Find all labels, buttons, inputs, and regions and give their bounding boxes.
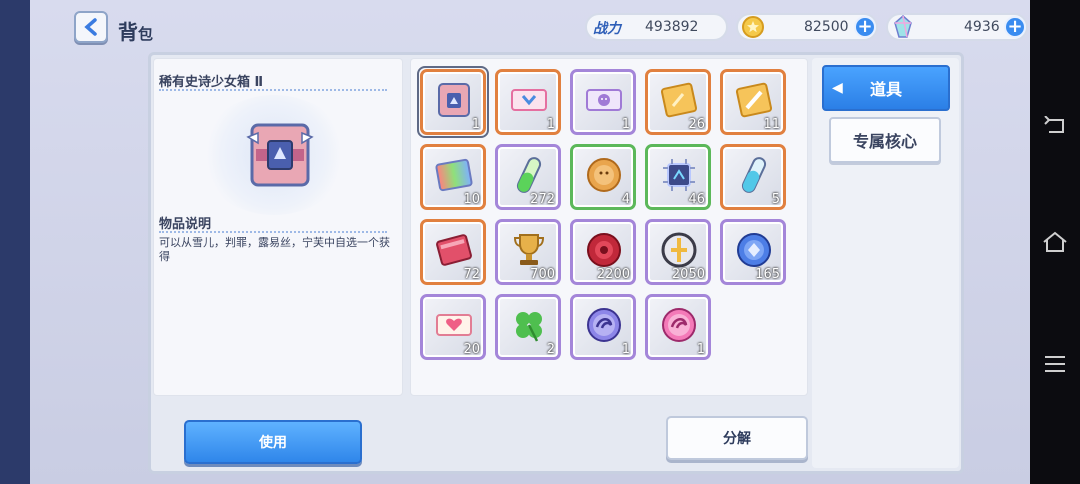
- chevron-left-icon: [84, 18, 97, 36]
- inventory-slot[interactable]: 2200: [570, 219, 636, 285]
- epic-girl-box-icon: [432, 78, 476, 122]
- dragon-coin-icon: [582, 303, 626, 347]
- item-count: 2200: [596, 267, 630, 282]
- item-count: 1: [621, 117, 630, 132]
- gold-coin-icon: [742, 16, 764, 38]
- gold-sword-card-icon: [732, 78, 776, 122]
- chevron-left-icon: ◀: [832, 80, 843, 96]
- item-count: 2050: [671, 267, 705, 282]
- blue-coin-icon: [732, 228, 776, 272]
- inventory-slot[interactable]: 5: [720, 144, 786, 210]
- pink-dragon-coin-icon: [657, 303, 701, 347]
- red-seal-icon: [582, 228, 626, 272]
- divider: [159, 231, 387, 233]
- tab-exclusive-core-label: 专属核心: [852, 132, 917, 151]
- inventory-slot[interactable]: 272: [495, 144, 561, 210]
- item-description: 可以从雪儿，判罪，露易丝，宁芙中自选一个获得: [159, 236, 390, 263]
- item-count: 1: [696, 342, 705, 357]
- gem-value: 4936: [964, 19, 1000, 35]
- item-count: 5: [771, 192, 780, 207]
- left-screen-edge: [0, 0, 30, 484]
- inventory-slot[interactable]: 10: [420, 144, 486, 210]
- rainbow-card-icon: [432, 153, 476, 197]
- item-count: 165: [755, 267, 780, 282]
- back-nav-icon[interactable]: [1030, 106, 1080, 146]
- clover-icon: [507, 303, 551, 347]
- inventory-slot[interactable]: 2: [495, 294, 561, 360]
- desc-heading: 物品说明: [159, 217, 212, 232]
- smile-ticket-icon: [582, 78, 626, 122]
- inventory-slot[interactable]: 46: [645, 144, 711, 210]
- blue-vial-icon: [732, 153, 776, 197]
- inventory-slot[interactable]: 1: [570, 69, 636, 135]
- inventory-slot[interactable]: 20: [420, 294, 486, 360]
- item-count: 26: [688, 117, 705, 132]
- page-title-main: 背: [118, 20, 138, 44]
- item-count: 46: [688, 192, 705, 207]
- silver-coin-icon: [657, 228, 701, 272]
- use-button[interactable]: 使用: [184, 420, 362, 464]
- inventory-slot[interactable]: 165: [720, 219, 786, 285]
- trophy-icon: [507, 228, 551, 272]
- green-vial-icon: [507, 153, 551, 197]
- item-count: 1: [621, 342, 630, 357]
- gold-value: 82500: [804, 19, 849, 35]
- inventory-slot[interactable]: 1: [417, 66, 489, 138]
- inventory-slot[interactable]: 700: [495, 219, 561, 285]
- gem-display: 4936 +: [886, 13, 1028, 41]
- tab-items[interactable]: ◀ 道具: [822, 65, 950, 111]
- gem-crystal-icon: [894, 15, 912, 38]
- inventory-slot[interactable]: 1: [570, 294, 636, 360]
- use-button-label: 使用: [259, 435, 287, 451]
- chip-icon: [657, 153, 701, 197]
- item-count: 72: [463, 267, 480, 282]
- item-count: 20: [463, 342, 480, 357]
- power-display: 战力 493892: [585, 13, 728, 41]
- add-gem-button[interactable]: +: [1004, 16, 1026, 38]
- epic-girl-box-icon: [246, 123, 314, 187]
- item-count: 10: [463, 192, 480, 207]
- item-count: 2: [546, 342, 555, 357]
- item-count: 700: [530, 267, 555, 282]
- inventory-slot[interactable]: 4: [570, 144, 636, 210]
- system-nav-bar: [1030, 0, 1080, 484]
- pink-ticket-icon: [507, 78, 551, 122]
- item-count: 1: [471, 117, 480, 132]
- item-count: 4: [621, 192, 630, 207]
- red-scroll-icon: [432, 228, 476, 272]
- item-count: 1: [546, 117, 555, 132]
- inventory-slot[interactable]: 2050: [645, 219, 711, 285]
- item-detail-panel: 稀有史诗少女箱 Ⅱ 物品说明 可以从雪儿，判罪，露易丝，宁芙中自选一个获得: [153, 58, 403, 396]
- back-button[interactable]: [74, 11, 108, 43]
- item-count: 272: [530, 192, 555, 207]
- inventory-slot[interactable]: 11: [720, 69, 786, 135]
- gold-display: 82500 +: [736, 13, 878, 41]
- inventory-slot[interactable]: 26: [645, 69, 711, 135]
- decompose-button-label: 分解: [723, 431, 751, 447]
- tab-items-label: 道具: [869, 80, 902, 99]
- cookie-coin-icon: [582, 153, 626, 197]
- page-title: 背包: [118, 16, 153, 45]
- item-count: 11: [763, 117, 780, 132]
- add-gold-button[interactable]: +: [854, 16, 876, 38]
- menu-nav-icon[interactable]: [1030, 344, 1080, 384]
- heart-ticket-icon: [432, 303, 476, 347]
- decompose-button[interactable]: 分解: [666, 416, 808, 460]
- item-name: 稀有史诗少女箱 Ⅱ: [159, 75, 264, 90]
- inventory-slot[interactable]: 1: [645, 294, 711, 360]
- divider: [159, 89, 387, 91]
- inventory-slot[interactable]: 72: [420, 219, 486, 285]
- tab-exclusive-core[interactable]: 专属核心: [829, 117, 941, 163]
- power-value: 493892: [645, 19, 699, 35]
- home-nav-icon[interactable]: [1030, 222, 1080, 262]
- page-title-sub: 包: [138, 25, 154, 43]
- gold-card-icon: [657, 78, 701, 122]
- power-label: 战力: [593, 21, 621, 37]
- inventory-slot[interactable]: 1: [495, 69, 561, 135]
